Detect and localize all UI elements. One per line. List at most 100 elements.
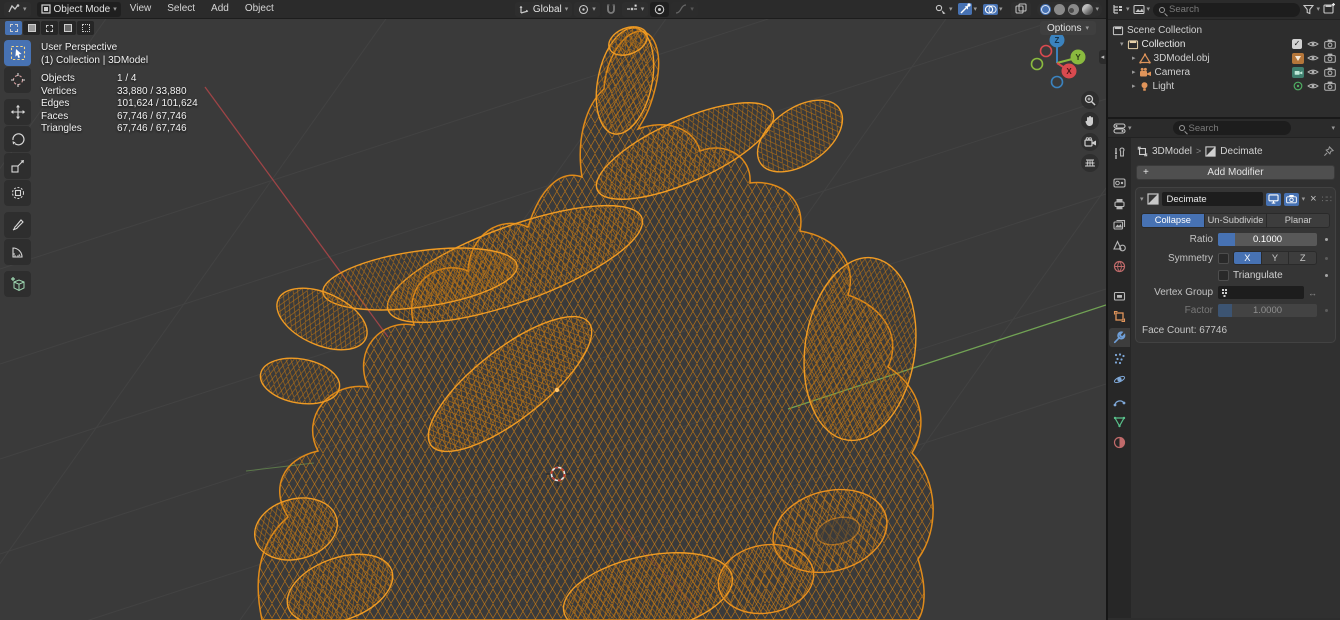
- outliner-row-camera[interactable]: ▸ Camera: [1108, 65, 1340, 79]
- mesh-data-badge[interactable]: [1292, 53, 1304, 64]
- tool-annotate[interactable]: [4, 212, 31, 238]
- tool-transform[interactable]: [4, 180, 31, 206]
- tab-collapse[interactable]: Collapse: [1142, 214, 1205, 227]
- select-mode-invert-button[interactable]: [59, 21, 76, 35]
- tab-scene[interactable]: [1109, 236, 1130, 255]
- properties-search-input[interactable]: [1189, 123, 1285, 134]
- select-mode-intersect-button[interactable]: [77, 21, 94, 35]
- tab-object-data[interactable]: [1109, 412, 1130, 431]
- disable-render-camera-icon[interactable]: [1324, 81, 1336, 91]
- outliner-filter-button[interactable]: ▾: [1303, 4, 1320, 15]
- gizmo-neg-y-axis[interactable]: [1032, 59, 1043, 70]
- transform-orientation-selector[interactable]: Global ▾: [515, 2, 572, 17]
- tool-add-cube[interactable]: [4, 271, 31, 297]
- outliner-display-mode-button[interactable]: ▾: [1133, 4, 1151, 15]
- tab-constraints[interactable]: [1109, 391, 1130, 410]
- shading-material-button[interactable]: [1068, 4, 1079, 15]
- properties-search[interactable]: [1173, 121, 1291, 135]
- animate-dot[interactable]: [1325, 238, 1328, 241]
- proportional-falloff-selector[interactable]: ▾: [671, 2, 698, 17]
- tab-particles[interactable]: [1109, 349, 1130, 368]
- axis-x-button[interactable]: X: [1234, 252, 1262, 264]
- show-object-types-selector[interactable]: ▾: [932, 2, 955, 17]
- outliner-search-input[interactable]: [1169, 4, 1294, 15]
- outliner-row-scene-collection[interactable]: Scene Collection: [1108, 23, 1340, 37]
- modifier-render-toggle[interactable]: [1284, 193, 1299, 206]
- expand-chevron-icon[interactable]: ▸: [1132, 83, 1136, 90]
- tab-view-layer[interactable]: [1109, 215, 1130, 234]
- collapse-chevron-icon[interactable]: ▾: [1120, 41, 1124, 48]
- tab-render[interactable]: [1109, 173, 1130, 192]
- drag-grip-icon[interactable]: ∷∷: [1322, 194, 1331, 205]
- modifier-extras-chevron[interactable]: ▾: [1302, 196, 1306, 203]
- shading-wireframe-button[interactable]: [1040, 4, 1051, 15]
- new-collection-button[interactable]: [1323, 2, 1336, 17]
- camera-data-badge[interactable]: [1292, 67, 1304, 78]
- axis-z-button[interactable]: Z: [1289, 252, 1316, 264]
- tool-scale[interactable]: [4, 153, 31, 179]
- light-data-badge[interactable]: [1292, 81, 1304, 92]
- select-mode-set-button[interactable]: [5, 21, 22, 35]
- animate-dot[interactable]: [1325, 274, 1328, 277]
- breadcrumb-object[interactable]: 3DModel: [1152, 146, 1192, 157]
- gizmo-neg-z-axis[interactable]: [1052, 77, 1063, 88]
- snap-toggle[interactable]: [602, 2, 620, 17]
- tab-collection-props[interactable]: [1109, 286, 1130, 305]
- pin-icon[interactable]: [1323, 146, 1334, 157]
- camera-view-button[interactable]: [1081, 133, 1099, 151]
- tool-rotate[interactable]: [4, 126, 31, 152]
- tool-select-box[interactable]: [4, 40, 31, 66]
- outliner-editor-type-button[interactable]: ▾: [1112, 4, 1130, 15]
- expand-chevron-icon[interactable]: ▸: [1132, 69, 1136, 76]
- tool-cursor[interactable]: [4, 67, 31, 93]
- modifier-realtime-toggle[interactable]: [1266, 193, 1281, 206]
- invert-vertex-group-icon[interactable]: ↔: [1308, 288, 1317, 298]
- tab-unsubdivide[interactable]: Un-Subdivide: [1205, 214, 1268, 227]
- animate-dot[interactable]: [1325, 309, 1328, 312]
- axis-y-button[interactable]: Y: [1262, 252, 1290, 264]
- 3d-viewport[interactable]: ▾ Object Mode ▾ View Select Add Object G…: [0, 0, 1106, 620]
- modifier-delete-button[interactable]: ×: [1308, 193, 1318, 205]
- factor-slider[interactable]: 1.0000: [1218, 304, 1317, 317]
- menu-object[interactable]: Object: [238, 0, 281, 18]
- hide-eye-icon[interactable]: [1307, 40, 1319, 48]
- hide-eye-icon[interactable]: [1307, 82, 1319, 90]
- breadcrumb-modifier[interactable]: Decimate: [1220, 146, 1262, 157]
- select-mode-extend-button[interactable]: [23, 21, 40, 35]
- zoom-button[interactable]: [1081, 91, 1099, 109]
- tab-material[interactable]: [1109, 433, 1130, 452]
- animate-dot[interactable]: [1325, 257, 1328, 260]
- properties-options-chevron[interactable]: ▾: [1331, 125, 1335, 132]
- shading-rendered-button[interactable]: [1082, 4, 1093, 15]
- show-overlays-toggle[interactable]: ▾: [981, 2, 1005, 17]
- expand-chevron-icon[interactable]: ▸: [1132, 55, 1136, 62]
- menu-select[interactable]: Select: [160, 0, 202, 18]
- ratio-slider[interactable]: 0.1000: [1218, 233, 1317, 246]
- disable-render-camera-icon[interactable]: [1324, 53, 1336, 63]
- show-gizmo-toggle[interactable]: ▾: [956, 2, 979, 17]
- shading-solid-button[interactable]: [1054, 4, 1065, 15]
- tab-world[interactable]: [1109, 257, 1130, 276]
- tool-move[interactable]: [4, 99, 31, 125]
- navigation-gizmo[interactable]: Z Y X: [1026, 27, 1092, 93]
- modifier-name-field[interactable]: [1162, 192, 1263, 206]
- triangulate-checkbox[interactable]: [1218, 270, 1229, 281]
- hide-eye-icon[interactable]: [1307, 54, 1319, 62]
- mode-selector[interactable]: Object Mode ▾: [37, 2, 121, 17]
- disable-render-camera-icon[interactable]: [1324, 39, 1336, 49]
- perspective-toggle-button[interactable]: [1081, 154, 1099, 172]
- tab-planar[interactable]: Planar: [1267, 214, 1329, 227]
- select-mode-subtract-button[interactable]: [41, 21, 58, 35]
- outliner-row-3dmodel[interactable]: ▸ 3DModel.obj: [1108, 51, 1340, 65]
- tab-object[interactable]: [1109, 307, 1130, 326]
- editor-type-button[interactable]: ▾: [4, 2, 31, 17]
- tab-physics[interactable]: [1109, 370, 1130, 389]
- snap-with-selector[interactable]: ▾: [622, 2, 649, 17]
- outliner-row-light[interactable]: ▸ Light: [1108, 79, 1340, 93]
- hide-eye-icon[interactable]: [1307, 68, 1319, 76]
- pivot-point-selector[interactable]: ▾: [574, 2, 600, 17]
- gizmo-neg-x-axis[interactable]: [1041, 46, 1052, 57]
- add-modifier-button[interactable]: + Add Modifier: [1136, 165, 1335, 180]
- symmetry-checkbox[interactable]: [1218, 253, 1229, 264]
- properties-editor-type-button[interactable]: ▾: [1113, 123, 1132, 134]
